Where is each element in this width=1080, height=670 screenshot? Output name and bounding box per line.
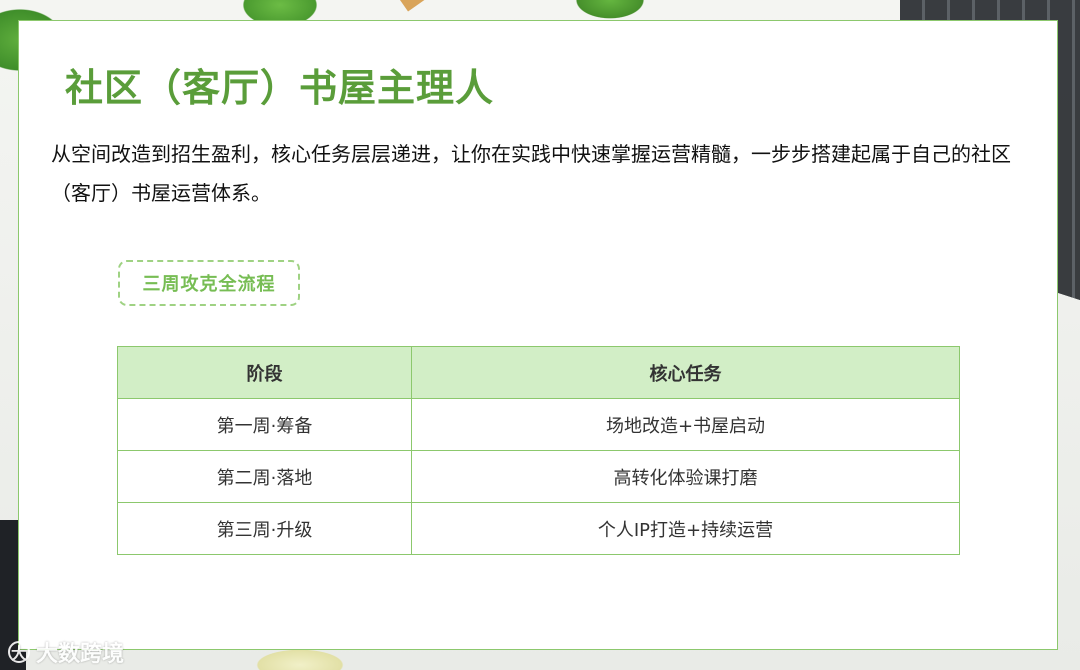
stage-cell: 第三周·升级 [117,502,412,555]
watermark-logo-icon: 大 [8,641,30,663]
task-cell: 高转化体验课打磨 [411,450,960,503]
header-task: 核心任务 [411,346,960,399]
content-card: 社区（客厅）书屋主理人 从空间改造到招生盈利，核心任务层层递进，让你在实践中快速… [18,20,1058,650]
table-row: 第二周·落地 高转化体验课打磨 [117,450,960,503]
watermark-text: 大数跨境 [36,642,125,667]
table-header-row: 阶段 核心任务 [117,346,960,399]
task-cell: 场地改造+书屋启动 [411,398,960,451]
header-stage: 阶段 [117,346,412,399]
task-cell: 个人IP打造+持续运营 [411,502,960,555]
stage-cell: 第一周·筹备 [117,398,412,451]
table-row: 第一周·筹备 场地改造+书屋启动 [117,398,960,451]
intro-paragraph: 从空间改造到招生盈利，核心任务层层递进，让你在实践中快速掌握运营精髓，一步步搭建… [51,142,1011,205]
watermark: 大 大数跨境 [8,636,124,668]
table-row: 第三周·升级 个人IP打造+持续运营 [117,502,960,555]
program-tag: 三周攻克全流程 [118,260,300,306]
page-title: 社区（客厅）书屋主理人 [65,66,495,110]
stage-cell: 第二周·落地 [117,450,412,503]
schedule-table: 阶段 核心任务 第一周·筹备 场地改造+书屋启动 第二周·落地 高转化体验课打磨… [117,346,960,555]
